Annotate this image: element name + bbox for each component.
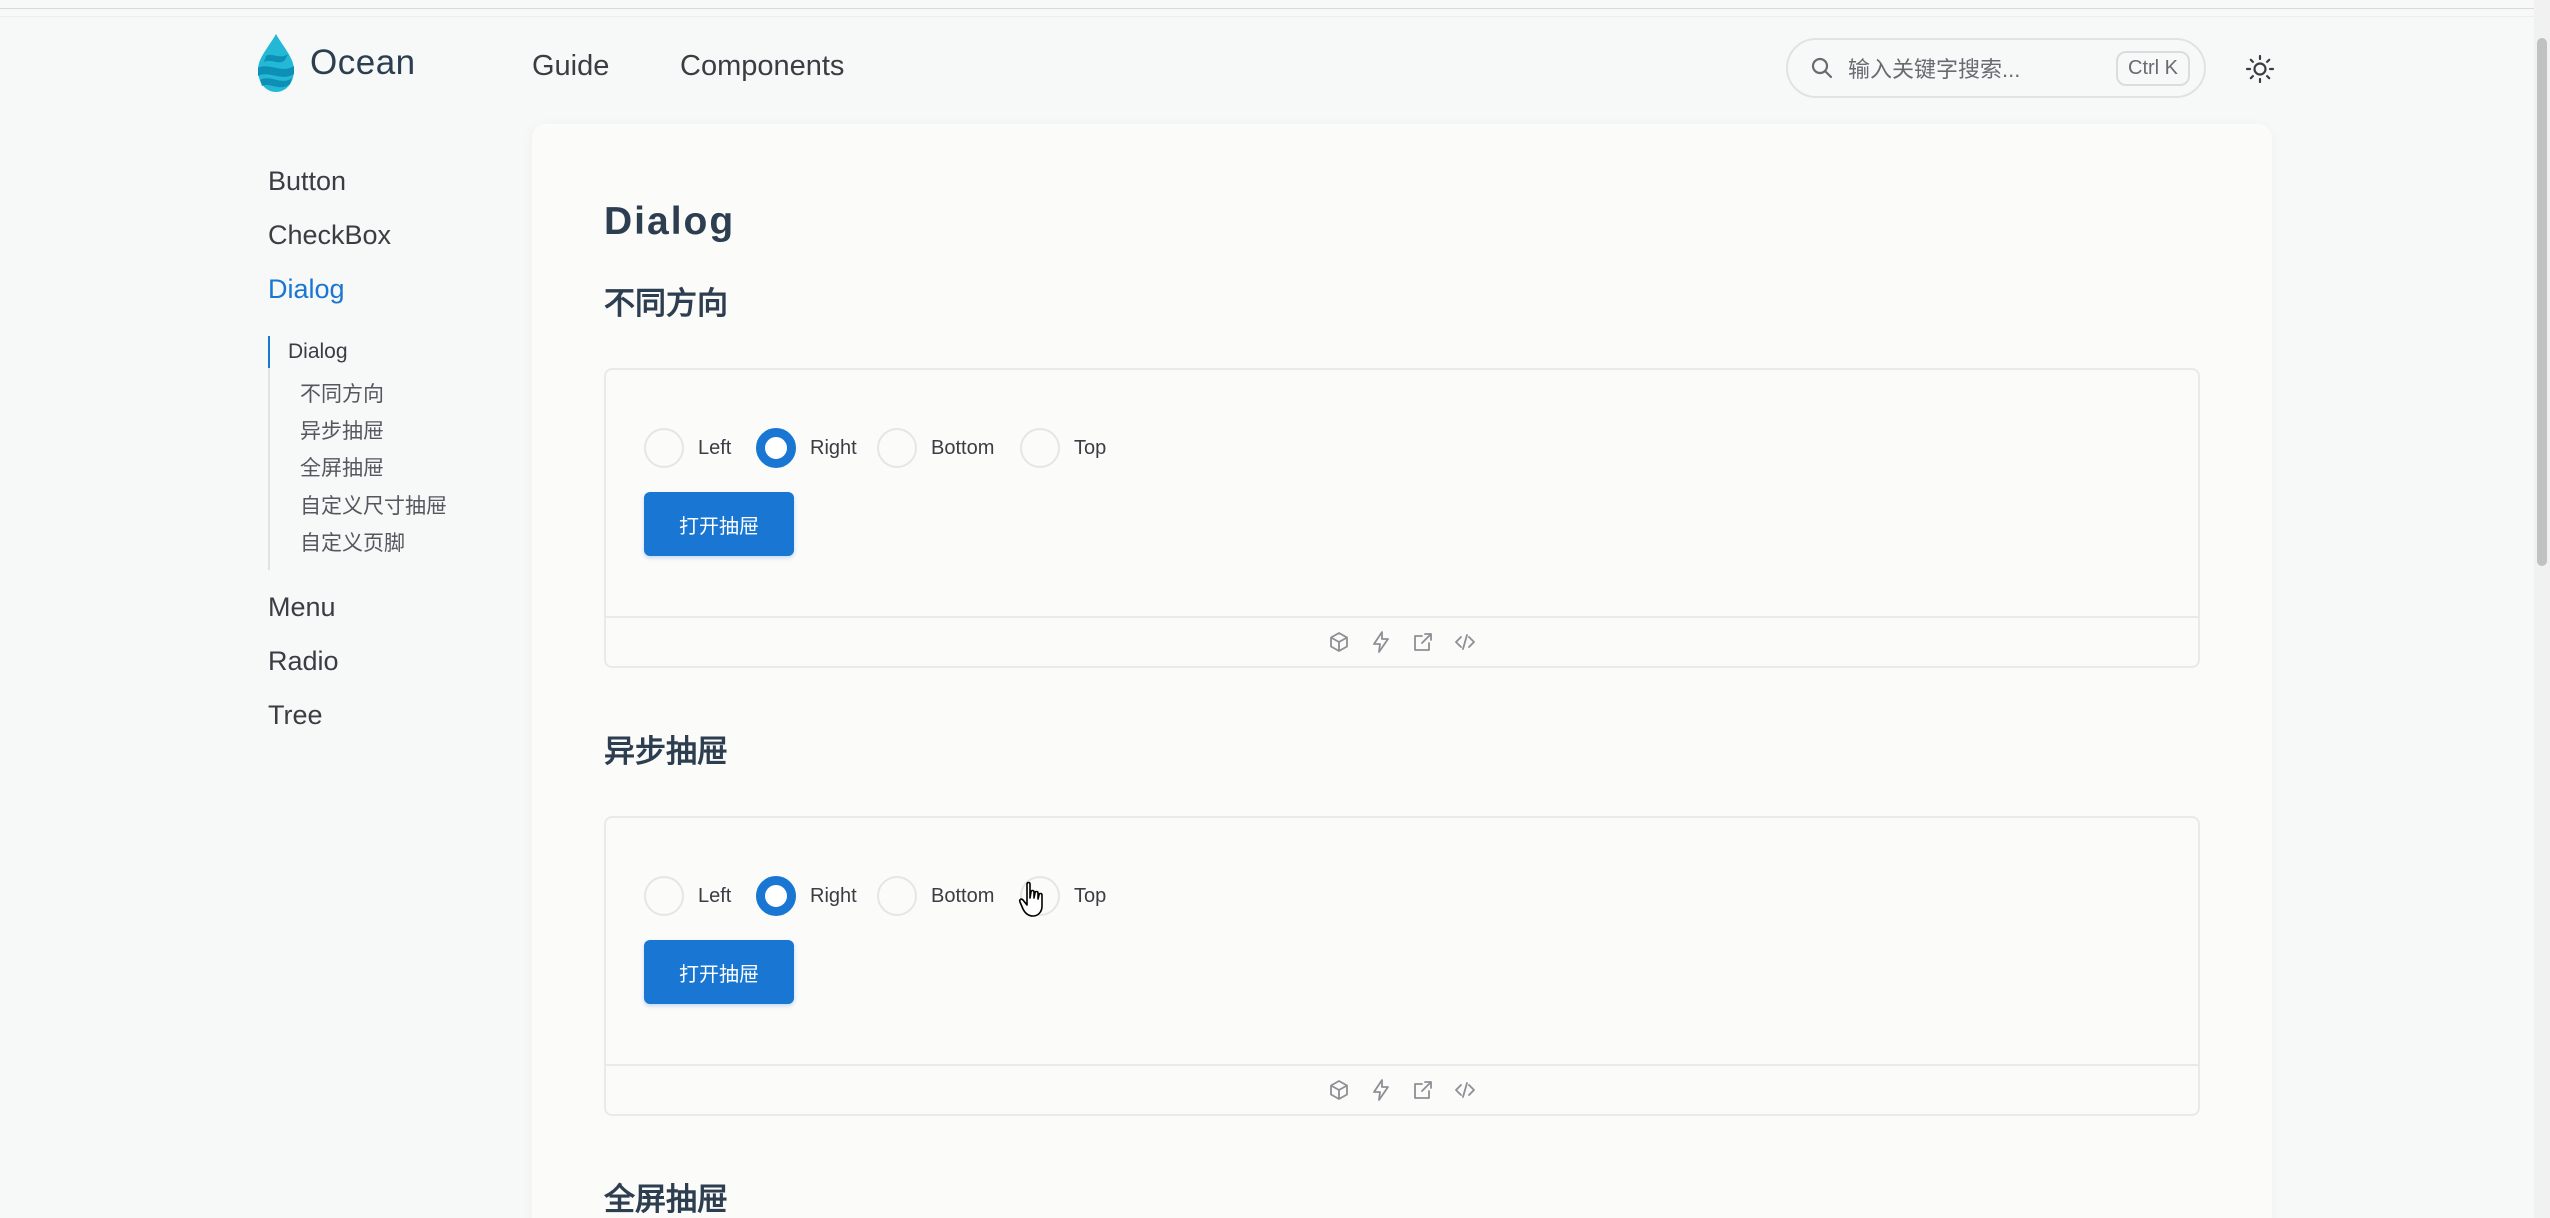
sun-icon	[2245, 54, 2275, 84]
window-top-border-inner	[0, 16, 2534, 17]
search-icon	[1811, 57, 1833, 79]
radio-circle	[877, 428, 917, 468]
cube-icon[interactable]	[1327, 630, 1351, 654]
search-box[interactable]: 输入关键字搜索... Ctrl K	[1786, 38, 2206, 98]
outline-item-custom-size[interactable]: 自定义尺寸抽屉	[300, 490, 447, 520]
sub-nav-active-indicator	[268, 336, 270, 368]
section-heading-directions: 不同方向	[604, 286, 728, 321]
section-heading-async: 异步抽屉	[604, 734, 728, 769]
scrollbar-thumb[interactable]	[2537, 38, 2547, 566]
radio-label: Right	[810, 436, 857, 459]
sidebar-item-button[interactable]: Button	[268, 166, 346, 197]
radio-right[interactable]: Right	[756, 428, 857, 468]
sidebar-item-radio[interactable]: Radio	[268, 646, 339, 677]
outline-item-async[interactable]: 异步抽屉	[300, 415, 384, 445]
outline-item-directions[interactable]: 不同方向	[300, 378, 384, 408]
lightning-icon[interactable]	[1369, 630, 1393, 654]
radio-label: Right	[810, 884, 857, 907]
radio-left[interactable]: Left	[644, 876, 731, 916]
radio-top[interactable]: Top	[1020, 428, 1106, 468]
outline-item-fullscreen[interactable]: 全屏抽屉	[300, 452, 384, 482]
sidebar-item-dialog[interactable]: Dialog	[268, 274, 345, 305]
radio-label: Top	[1074, 884, 1107, 907]
search-shortcut-badge: Ctrl K	[2116, 50, 2190, 86]
sidebar-item-checkbox[interactable]: CheckBox	[268, 220, 391, 251]
radio-circle	[644, 876, 684, 916]
search-placeholder: 输入关键字搜索...	[1848, 57, 2021, 82]
radio-label: Left	[698, 884, 732, 907]
radio-label: Left	[698, 436, 732, 459]
page-title: Dialog	[604, 200, 736, 243]
code-icon[interactable]	[1453, 1078, 1477, 1102]
page-scrollbar[interactable]	[2534, 0, 2550, 1218]
nav-guide[interactable]: Guide	[532, 50, 609, 83]
cube-icon[interactable]	[1327, 1078, 1351, 1102]
outline-item-dialog[interactable]: Dialog	[288, 340, 348, 364]
radio-label: Bottom	[931, 436, 995, 459]
radio-circle-checked	[756, 876, 796, 916]
external-link-icon[interactable]	[1411, 630, 1435, 654]
demo-block-async: Left Right Bottom Top 打开抽屉	[604, 816, 2200, 1116]
theme-toggle-button[interactable]	[2243, 52, 2277, 86]
open-drawer-button[interactable]: 打开抽屉	[644, 492, 794, 556]
external-link-icon[interactable]	[1411, 1078, 1435, 1102]
code-icon[interactable]	[1453, 630, 1477, 654]
radio-circle	[877, 876, 917, 916]
open-drawer-button[interactable]: 打开抽屉	[644, 940, 794, 1004]
nav-components[interactable]: Components	[680, 50, 844, 83]
window-top-border	[0, 8, 2534, 9]
demo-toolbar	[606, 1064, 2198, 1114]
brand-name: Ocean	[310, 43, 416, 82]
hand-cursor-icon	[1018, 881, 1043, 917]
radio-bottom[interactable]: Bottom	[877, 428, 994, 468]
radio-circle-checked	[756, 428, 796, 468]
radio-label: Top	[1074, 436, 1107, 459]
sidebar-item-menu[interactable]: Menu	[268, 592, 336, 623]
brand-logo[interactable]: Ocean	[252, 32, 416, 94]
lightning-icon[interactable]	[1369, 1078, 1393, 1102]
outline-item-custom-footer[interactable]: 自定义页脚	[300, 527, 405, 557]
ocean-drop-icon	[258, 34, 294, 92]
radio-label: Bottom	[931, 884, 995, 907]
sub-nav-track	[268, 336, 270, 570]
radio-circle	[644, 428, 684, 468]
demo-block-directions: Left Right Bottom Top 打开抽屉	[604, 368, 2200, 668]
demo-toolbar	[606, 616, 2198, 666]
radio-circle	[1020, 428, 1060, 468]
section-heading-fullscreen: 全屏抽屉	[604, 1182, 728, 1217]
radio-bottom[interactable]: Bottom	[877, 876, 994, 916]
radio-right[interactable]: Right	[756, 876, 857, 916]
radio-left[interactable]: Left	[644, 428, 731, 468]
sidebar-item-tree[interactable]: Tree	[268, 700, 323, 731]
